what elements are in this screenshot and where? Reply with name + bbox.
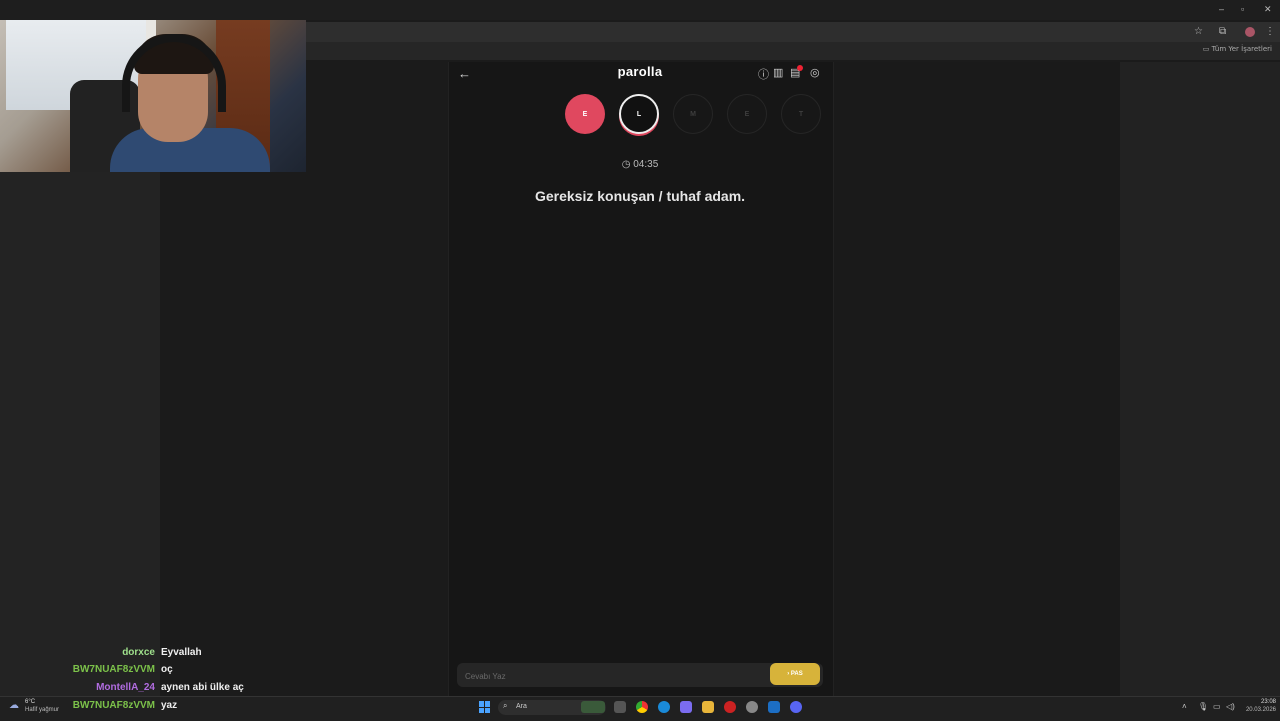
volume-icon[interactable]: ◁): [1226, 702, 1235, 711]
letter-circle: T: [781, 94, 821, 134]
browser-titlebar: [0, 0, 1280, 20]
all-bookmarks-folder[interactable]: ▭ Tüm Yer İşaretleri: [1203, 45, 1272, 53]
timer: ◷ 04:35: [600, 159, 680, 170]
left-panel: [0, 172, 160, 696]
app-title: parolla: [617, 64, 663, 79]
clock-date[interactable]: 20.03.2026: [1238, 707, 1276, 713]
notification-badge: [797, 65, 803, 71]
windows-start-button[interactable]: [479, 701, 491, 713]
bookmark-star-icon[interactable]: ☆: [1194, 26, 1203, 37]
network-icon[interactable]: ▭: [1213, 702, 1221, 711]
chat-message: yaz: [161, 700, 178, 711]
chrome-icon[interactable]: [636, 701, 648, 713]
timer-value: 04:35: [633, 159, 659, 170]
clock-icon: ◷: [621, 159, 634, 170]
answer-input[interactable]: [463, 666, 763, 686]
profile-icon[interactable]: ◎: [810, 66, 820, 79]
search-label: Ara: [516, 703, 527, 710]
weather-temperature[interactable]: 6°C: [25, 699, 35, 705]
file-explorer-icon[interactable]: [702, 701, 714, 713]
chat-line: BW7NUAF8zVVM oç: [0, 662, 300, 678]
chevron-up-icon[interactable]: ˄: [1182, 702, 1187, 711]
letter-circle: E: [565, 94, 605, 134]
chat-username: MontellA_24: [96, 682, 155, 693]
weather-cloud-icon[interactable]: ☁: [9, 700, 19, 711]
chat-line: MontellA_24 aynen abi ülke aç: [0, 680, 300, 696]
obs-icon[interactable]: [746, 701, 758, 713]
browser-toolbar: [306, 22, 1280, 42]
discord-icon[interactable]: [790, 701, 802, 713]
edge-icon[interactable]: [658, 701, 670, 713]
pass-button[interactable]: › PAS: [770, 663, 820, 685]
chat-username: dorxce: [122, 647, 155, 658]
minimize-button[interactable]: –: [1219, 4, 1224, 14]
arrow-left-icon[interactable]: ←: [458, 66, 471, 81]
task-view-icon[interactable]: [614, 701, 626, 713]
chat-message: oç: [161, 664, 173, 675]
copilot-icon[interactable]: [680, 701, 692, 713]
far-right-panel: [1120, 62, 1280, 696]
microphone-icon[interactable]: 🎙: [1198, 702, 1208, 711]
media-app-icon[interactable]: [724, 701, 736, 713]
webcam-overlay: [0, 0, 306, 172]
letter-circle: E: [727, 94, 767, 134]
chat-message: aynen abi ülke aç: [161, 682, 244, 693]
chat-username: BW7NUAF8zVVM: [72, 700, 155, 711]
parolla-app: [448, 62, 834, 696]
search-icon: ⌕: [503, 701, 508, 710]
page-background-right: [832, 62, 1120, 696]
letter-circle-active: L: [619, 94, 659, 134]
weather-description[interactable]: Hafif yağmur: [25, 707, 59, 713]
chat-line: dorxce Eyvallah: [0, 645, 300, 661]
close-button[interactable]: ✕: [1264, 4, 1272, 15]
letter-circle: M: [673, 94, 713, 134]
widgets-icon[interactable]: [581, 701, 605, 713]
question-text: Gereksiz konuşan / tuhaf adam.: [534, 188, 746, 204]
chat-message: Eyvallah: [161, 647, 202, 658]
steam-icon[interactable]: [768, 701, 780, 713]
info-icon[interactable]: ⓘ: [758, 66, 769, 82]
extensions-icon[interactable]: ⧉: [1219, 26, 1226, 37]
bookmarks-bar: [306, 42, 1280, 60]
maximize-button[interactable]: ▫: [1241, 4, 1244, 14]
profile-avatar-icon[interactable]: [1245, 27, 1255, 37]
clock-time[interactable]: 23:08: [1246, 699, 1276, 705]
stats-icon[interactable]: ▥: [773, 66, 783, 79]
browser-menu-icon[interactable]: ⋮: [1265, 26, 1275, 37]
chat-username: BW7NUAF8zVVM: [72, 664, 155, 675]
folder-icon: ▭: [1202, 45, 1212, 53]
